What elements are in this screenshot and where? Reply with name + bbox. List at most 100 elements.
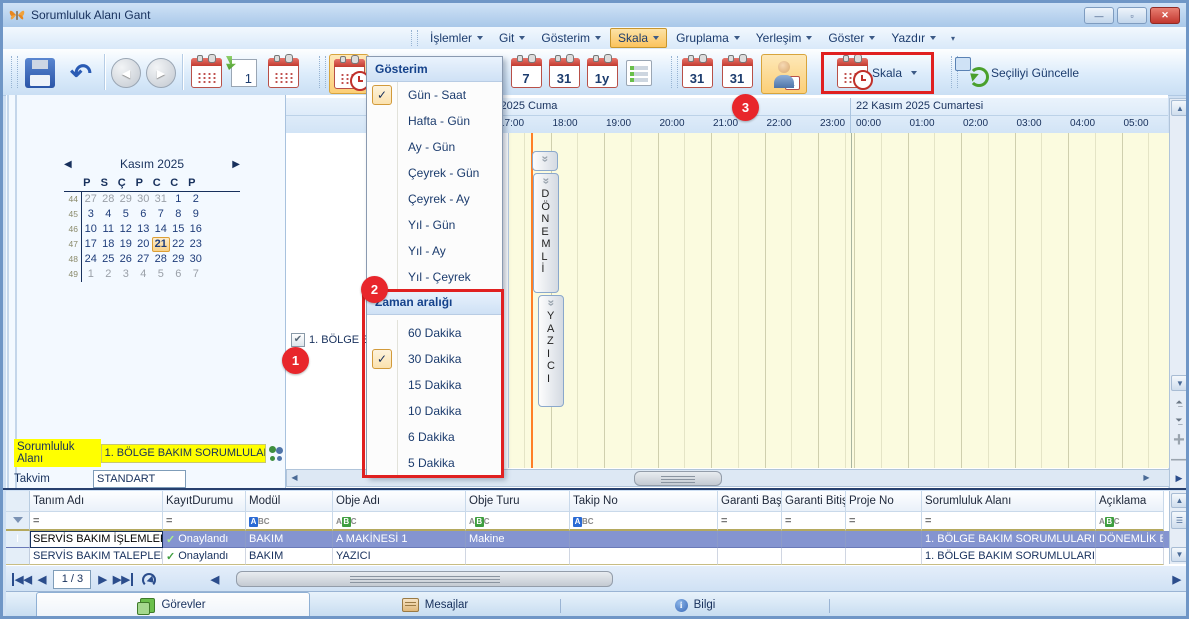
filter-cell[interactable]: ABC	[246, 512, 333, 531]
resource-view-button[interactable]: 1	[761, 54, 807, 94]
filter-cell[interactable]: =	[163, 512, 246, 531]
table-cell[interactable]: BAKIM	[246, 531, 333, 548]
menubar-overflow-icon[interactable]: ▾	[951, 34, 955, 43]
scrollbar-thumb[interactable]	[236, 571, 613, 587]
column-header[interactable]: Obje Adı	[333, 491, 466, 512]
menu-gruplama[interactable]: Gruplama	[669, 29, 747, 47]
person-calendar-button[interactable]: 31	[717, 54, 757, 92]
table-cell[interactable]: SERVİS BAKIM İŞLEMLERİ	[30, 531, 163, 548]
menu-item-y-l-g-n[interactable]: Yıl - Gün	[367, 212, 502, 238]
task-bar-donemli[interactable]: » DÖNEMLİ	[533, 173, 559, 293]
scroll-up-icon[interactable]: ▲	[1171, 493, 1188, 508]
table-cell[interactable]: SERVİS BAKIM TALEPLERİ	[30, 548, 163, 565]
checked-checkbox-icon[interactable]: ✔	[291, 333, 305, 347]
column-header[interactable]: Sorumluluk Alanı	[922, 491, 1096, 512]
column-header[interactable]: Modül	[246, 491, 333, 512]
table-cell[interactable]	[846, 531, 922, 548]
next-page-icon[interactable]: ▶	[98, 573, 106, 586]
menu-i̇şlemler[interactable]: İşlemler	[423, 29, 490, 47]
table-cell[interactable]	[570, 531, 718, 548]
tab-bilgi[interactable]: i Bilgi	[561, 593, 829, 617]
calendar-day[interactable]: 20	[135, 237, 153, 252]
column-header[interactable]: KayıtDurumu	[163, 491, 246, 512]
gosterim-dropdown-button[interactable]	[329, 54, 369, 94]
panel-splitter[interactable]	[7, 95, 17, 489]
multi-date-button[interactable]	[265, 54, 301, 92]
calendar-day[interactable]: 26	[117, 252, 135, 267]
scroll-down-icon[interactable]: ▼	[1171, 547, 1188, 562]
calendar-day[interactable]: 16	[187, 222, 205, 237]
table-cell[interactable]: 1. BÖLGE BAKIM SORUMLULARI	[922, 531, 1096, 548]
year-view-button[interactable]: 1y	[584, 54, 620, 92]
table-cell[interactable]: 1. BÖLGE BAKIM SORUMLULARI	[922, 548, 1096, 565]
table-cell[interactable]	[718, 531, 782, 548]
collapse-bottom-icon[interactable]: ⏷̲	[1171, 413, 1187, 427]
table-cell[interactable]: ✓Onaylandı	[163, 548, 246, 565]
table-cell[interactable]	[1096, 548, 1164, 565]
menu-item-hafta-g-n[interactable]: Hafta - Gün	[367, 108, 502, 134]
calendar-day[interactable]: 4	[135, 267, 153, 282]
calendar-day[interactable]: 25	[100, 252, 118, 267]
undo-button[interactable]: ↶	[63, 54, 99, 92]
goto-first-button[interactable]: 1	[227, 54, 261, 92]
grid-lines-icon[interactable]: ☰	[1171, 511, 1188, 529]
people-icon[interactable]	[268, 445, 285, 461]
list-view-button[interactable]	[622, 54, 656, 92]
table-cell[interactable]: YAZICI	[333, 548, 466, 565]
zoom-out-icon[interactable]: —	[1171, 453, 1187, 467]
forward-button[interactable]: ▶	[144, 54, 178, 92]
filter-cell[interactable]: ABC	[570, 512, 718, 531]
table-cell[interactable]	[846, 548, 922, 565]
table-cell[interactable]: A MAKİNESİ 1	[333, 531, 466, 548]
calendar-next-icon[interactable]: ▶	[232, 159, 240, 170]
play-icon[interactable]: ▶	[1171, 471, 1187, 485]
calendar-day[interactable]: 15	[170, 222, 188, 237]
filter-cell[interactable]: =	[846, 512, 922, 531]
day-calendar-button[interactable]: 31	[679, 54, 715, 92]
update-selected-button[interactable]: Seçiliyi Güncelle	[961, 54, 1121, 92]
minimize-button[interactable]: —	[1084, 7, 1114, 24]
scroll-right-icon[interactable]: ▶	[1140, 471, 1153, 484]
filter-cell[interactable]: ABC	[1096, 512, 1164, 531]
tab-gorevler[interactable]: Görevler	[36, 592, 310, 617]
filter-cell[interactable]: ABC	[466, 512, 570, 531]
scroll-left-icon[interactable]: ◀	[288, 471, 301, 484]
calendar-day[interactable]: 8	[170, 207, 188, 222]
last-page-icon[interactable]: ▶▶	[113, 573, 133, 586]
filter-cell[interactable]: =	[30, 512, 163, 531]
toolbar-grip[interactable]	[11, 56, 18, 88]
collapse-top-icon[interactable]: ⏶̲	[1171, 395, 1187, 409]
tab-mesajlar[interactable]: Mesajlar	[310, 593, 560, 617]
calendar-day[interactable]: 18	[100, 237, 118, 252]
close-button[interactable]: ✕	[1150, 7, 1180, 24]
takvim-value[interactable]: STANDART	[93, 470, 186, 488]
table-cell[interactable]	[782, 531, 846, 548]
calendar-day[interactable]: 13	[135, 222, 153, 237]
calendar-day[interactable]: 7	[152, 207, 170, 222]
calendar-day[interactable]: 6	[135, 207, 153, 222]
table-row[interactable]: SERVİS BAKIM TALEPLERİ✓OnaylandıBAKIMYAZ…	[6, 548, 1189, 565]
scroll-up-icon[interactable]: ▲	[1171, 100, 1189, 116]
refresh-icon[interactable]	[140, 572, 156, 586]
column-header[interactable]: Tanım Adı	[30, 491, 163, 512]
responsibility-value[interactable]: 1. BÖLGE BAKIM SORUMLULARI	[101, 444, 267, 463]
calendar-day[interactable]: 27	[82, 192, 100, 207]
calendar-day[interactable]: 12	[117, 222, 135, 237]
scroll-down-icon[interactable]: ▼	[1171, 375, 1189, 391]
week-view-button[interactable]: 7	[508, 54, 544, 92]
calendar-day[interactable]: 11	[100, 222, 118, 237]
filter-funnel-icon[interactable]	[6, 512, 30, 531]
calendar-day[interactable]: 30	[187, 252, 205, 267]
table-cell[interactable]: DÖNEMLİK BAKIM	[1096, 531, 1164, 548]
menubar-grip[interactable]	[411, 30, 418, 45]
filter-cell[interactable]: =	[922, 512, 1096, 531]
calendar-day[interactable]: 10	[82, 222, 100, 237]
scrollbar-thumb[interactable]	[634, 471, 722, 486]
calendar-day[interactable]: 28	[152, 252, 170, 267]
zoom-in-icon[interactable]: +	[1171, 431, 1187, 445]
gantt-vscrollbar[interactable]: ▲ ▼ ⏶̲ ⏷̲ + — ▶	[1169, 98, 1189, 489]
calendar-day[interactable]: 23	[187, 237, 205, 252]
menu-gösterim[interactable]: Gösterim	[534, 29, 608, 47]
filter-cell[interactable]: =	[782, 512, 846, 531]
collapsed-task-bar[interactable]: »	[532, 151, 558, 171]
